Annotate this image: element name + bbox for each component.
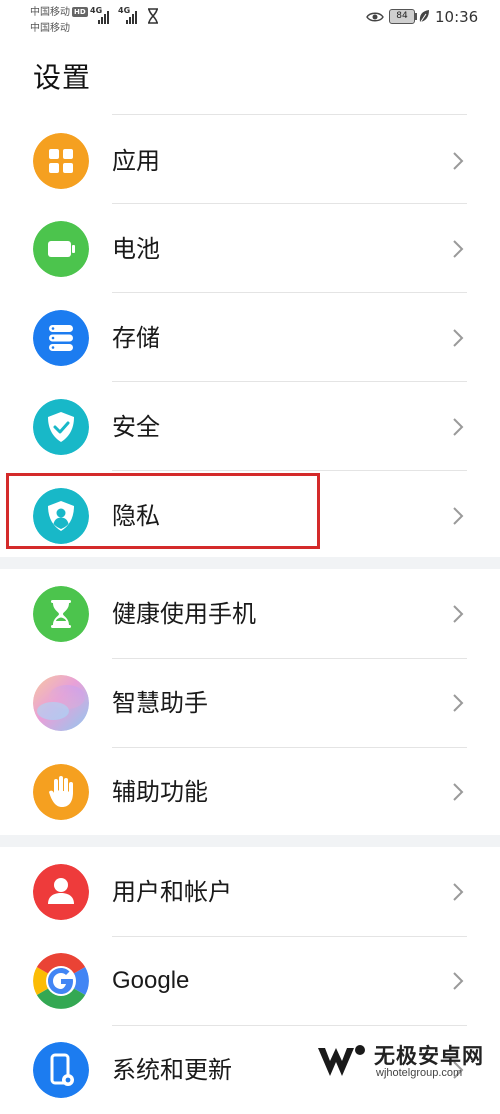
- chevron-right-icon: [453, 329, 464, 347]
- google-icon: [33, 953, 89, 1009]
- system-update-icon: [33, 1042, 89, 1098]
- carrier-1-name: 中国移动: [30, 7, 70, 18]
- divider: [112, 114, 467, 115]
- power-saving-leaf-icon: [419, 10, 429, 24]
- highlight-box-privacy: [6, 473, 320, 549]
- settings-item-smart-assistant[interactable]: 智慧助手: [0, 658, 500, 747]
- settings-item-label: 健康使用手机: [112, 600, 256, 628]
- signal-2-icon: 4G: [118, 6, 144, 24]
- chevron-right-icon: [453, 240, 464, 258]
- settings-item-label: 智慧助手: [112, 689, 208, 717]
- settings-item-label: 系统和更新: [112, 1056, 232, 1084]
- signal-1-icon: 4G: [90, 6, 116, 24]
- settings-group-2: 健康使用手机 智慧助手 辅助功能: [0, 569, 500, 836]
- chevron-right-icon: [453, 152, 464, 170]
- chevron-right-icon: [453, 783, 464, 801]
- chevron-right-icon: [453, 418, 464, 436]
- chevron-right-icon: [453, 972, 464, 990]
- settings-item-label: 安全: [112, 413, 160, 441]
- settings-item-battery[interactable]: 电池: [0, 204, 500, 293]
- settings-item-label: 辅助功能: [112, 778, 208, 806]
- battery-status-icon: 84: [389, 9, 415, 24]
- hourglass-status-icon: [148, 8, 158, 24]
- watermark: 无极安卓网 wjhotelgroup.com: [310, 1040, 500, 1084]
- hand-icon: [33, 764, 89, 820]
- settings-item-apps[interactable]: 应用: [0, 116, 500, 205]
- carrier-2: 中国移动: [30, 23, 70, 34]
- hourglass-icon: [33, 586, 89, 642]
- chevron-right-icon: [453, 694, 464, 712]
- settings-item-users-accounts[interactable]: 用户和帐户: [0, 847, 500, 936]
- eye-comfort-icon: [366, 12, 384, 22]
- section-gap: [0, 835, 500, 847]
- settings-item-google[interactable]: Google: [0, 936, 500, 1025]
- apps-icon: [33, 133, 89, 189]
- carrier-1: 中国移动 HD: [30, 3, 88, 18]
- smart-assistant-icon: [33, 675, 89, 731]
- settings-item-digital-balance[interactable]: 健康使用手机: [0, 569, 500, 658]
- battery-icon: [33, 221, 89, 277]
- watermark-brand: 无极安卓网: [374, 1044, 484, 1068]
- settings-item-security[interactable]: 安全: [0, 382, 500, 471]
- watermark-logo-icon: [318, 1045, 365, 1076]
- user-icon: [33, 864, 89, 920]
- battery-tip: [415, 13, 417, 20]
- hd-badge: HD: [72, 7, 88, 17]
- chevron-right-icon: [453, 507, 464, 525]
- status-clock: 10:36: [435, 8, 479, 26]
- status-bar: 中国移动 HD 中国移动 4G 4G 84 10:36: [0, 0, 500, 36]
- settings-item-label: 应用: [112, 147, 160, 175]
- storage-icon: [33, 310, 89, 366]
- section-gap: [0, 557, 500, 569]
- settings-item-accessibility[interactable]: 辅助功能: [0, 747, 500, 836]
- chevron-right-icon: [453, 883, 464, 901]
- security-shield-icon: [33, 399, 89, 455]
- settings-item-storage[interactable]: 存储: [0, 293, 500, 382]
- settings-item-label: 用户和帐户: [112, 878, 232, 906]
- chevron-right-icon: [453, 605, 464, 623]
- watermark-url: wjhotelgroup.com: [376, 1067, 463, 1079]
- settings-item-label: Google: [112, 967, 190, 994]
- page-title: 设置: [33, 61, 92, 94]
- settings-item-label: 存储: [112, 324, 160, 352]
- settings-item-label: 电池: [112, 235, 160, 263]
